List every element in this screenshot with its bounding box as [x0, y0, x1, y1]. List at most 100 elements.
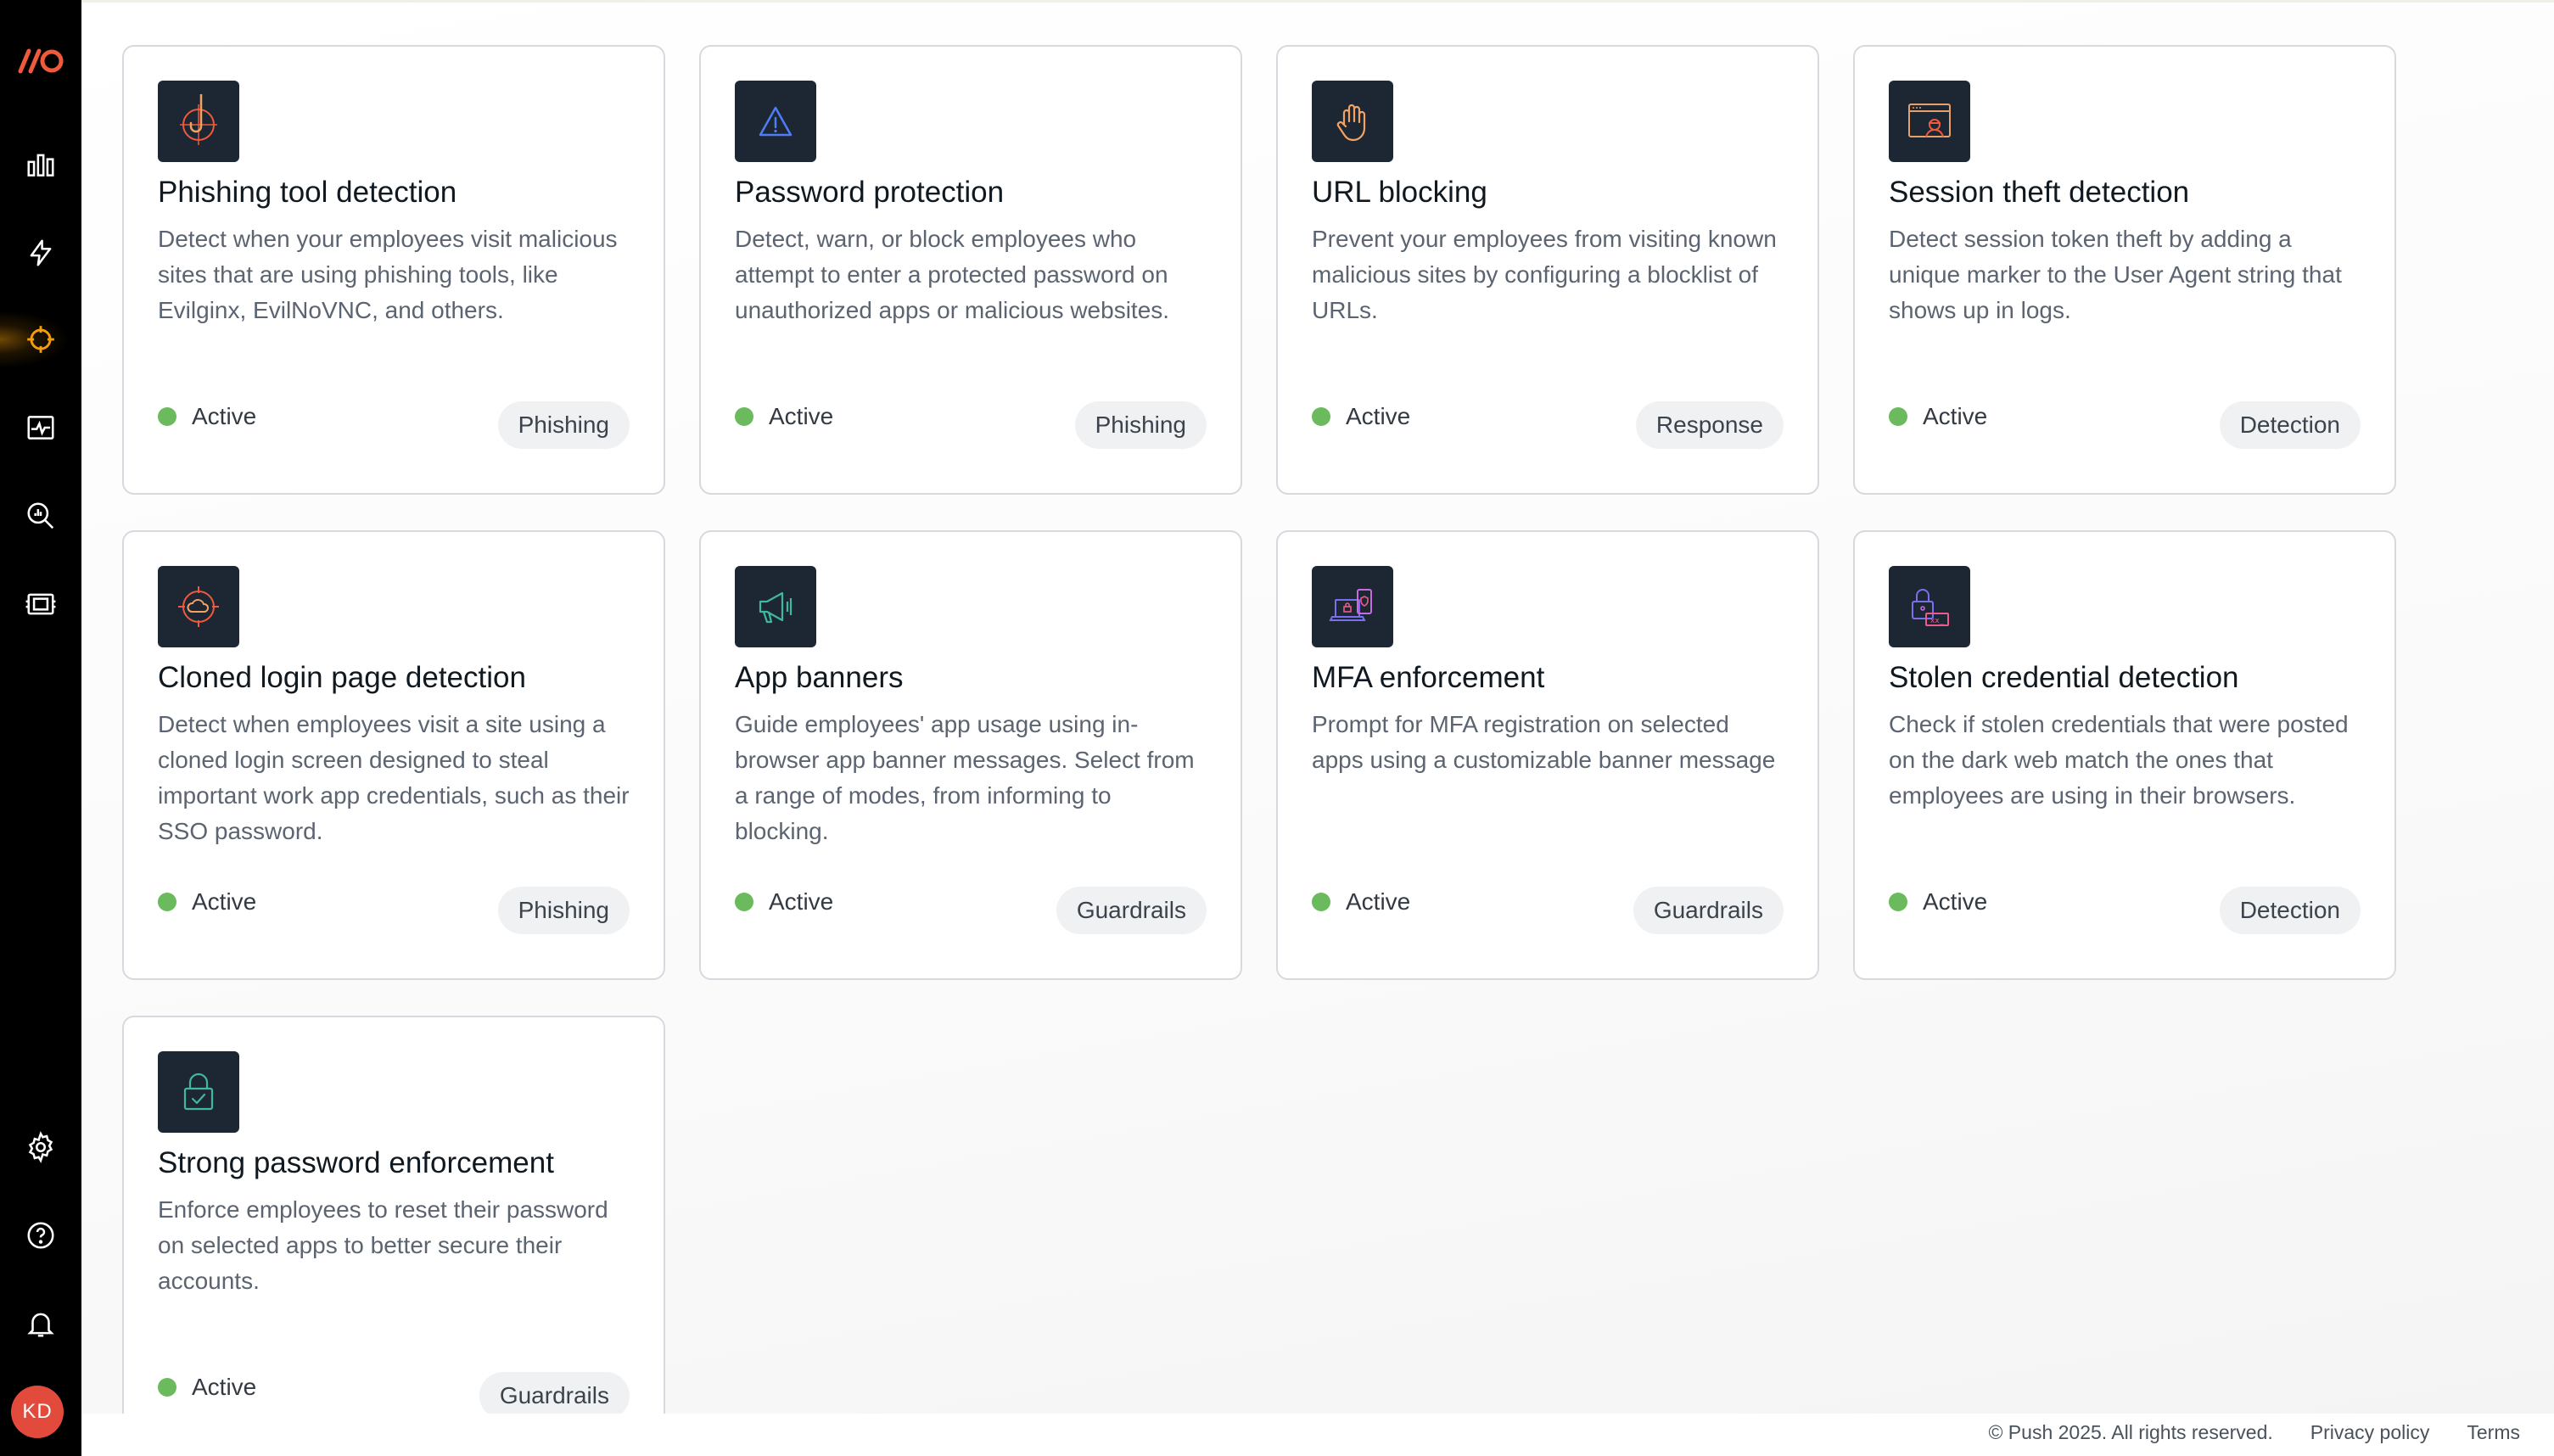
status-indicator: Active	[735, 403, 833, 430]
footer: © Push 2025. All rights reserved. Privac…	[1988, 1421, 2520, 1444]
category-tag: Phishing	[497, 401, 630, 449]
card-title: Password protection	[735, 176, 1005, 209]
lock-check-icon	[183, 1072, 214, 1111]
status-indicator: Active	[1889, 403, 1987, 430]
copyright-text: © Push 2025. All rights reserved.	[1988, 1421, 2273, 1443]
category-tag: Phishing	[497, 887, 630, 934]
category-tag: Guardrails	[479, 1372, 630, 1420]
main-content: Phishing tool detection Detect when your…	[81, 0, 2554, 1456]
status-label: Active	[769, 888, 834, 915]
status-dot	[158, 1378, 176, 1397]
warning-triangle-icon	[759, 106, 793, 137]
bell-icon	[27, 1313, 54, 1337]
laptop-phone-lock-icon	[1329, 589, 1372, 621]
crosshair-icon	[27, 326, 54, 353]
card-session-theft-detection[interactable]: Session theft detection Detect session t…	[1853, 45, 2396, 495]
status-label: Active	[192, 1374, 257, 1400]
card-icon-tile: xx_	[1889, 566, 1970, 647]
card-description: Prompt for MFA registration on selected …	[1312, 711, 1776, 773]
status-label: Active	[1346, 888, 1411, 915]
card-icon-tile	[158, 1051, 239, 1133]
card-description: Prevent your employees from visiting kno…	[1312, 226, 1777, 323]
nav-analytics[interactable]	[0, 131, 81, 199]
card-stolen-credential-detection[interactable]: xx_ Stolen credential detection Check if…	[1853, 530, 2396, 980]
card-cloned-login-page-detection[interactable]: Cloned login page detection Detect when …	[122, 530, 665, 980]
activity-monitor-icon	[27, 416, 54, 440]
status-indicator: Active	[158, 403, 256, 430]
status-label: Active	[192, 403, 257, 429]
nav-monitoring[interactable]	[0, 394, 81, 462]
nav-help[interactable]	[0, 1201, 81, 1269]
card-url-blocking[interactable]: URL blocking Prevent your employees from…	[1276, 45, 1819, 495]
status-label: Active	[769, 403, 834, 429]
card-description: Detect when employees visit a site using…	[158, 711, 630, 844]
card-title: Stolen credential detection	[1889, 661, 2239, 694]
stop-hand-icon	[1336, 104, 1366, 142]
card-title: Session theft detection	[1889, 176, 2190, 209]
status-dot	[735, 407, 753, 426]
status-dot	[158, 407, 176, 426]
footer-bar: © Push 2025. All rights reserved. Privac…	[81, 1414, 2554, 1456]
card-strong-password-enforcement[interactable]: Strong password enforcement Enforce empl…	[122, 1016, 665, 1456]
status-indicator: Active	[1312, 888, 1410, 916]
lock-password-icon: xx_	[1912, 589, 1949, 626]
card-icon-tile	[735, 81, 816, 162]
card-password-protection[interactable]: Password protection Detect, warn, or blo…	[699, 45, 1242, 495]
privacy-policy-link[interactable]: Privacy policy	[2310, 1421, 2430, 1444]
fishhook-target-icon	[180, 94, 217, 145]
status-indicator: Active	[735, 888, 833, 916]
browser-spy-icon	[1908, 104, 1951, 137]
megaphone-icon	[759, 591, 793, 624]
sidebar: KD	[0, 0, 81, 1456]
nav-investigate[interactable]	[0, 482, 81, 550]
terms-link[interactable]: Terms	[2467, 1421, 2520, 1444]
card-title: Cloned login page detection	[158, 661, 526, 694]
bar-chart-icon	[27, 154, 54, 176]
status-dot	[1312, 407, 1330, 426]
card-title: App banners	[735, 661, 904, 694]
card-title: URL blocking	[1312, 176, 1487, 209]
nav-controls[interactable]	[0, 305, 81, 373]
svg-text:xx_: xx_	[1930, 617, 1945, 625]
nav-events[interactable]	[0, 219, 81, 287]
category-tag: Phishing	[1074, 401, 1207, 449]
card-phishing-tool-detection[interactable]: Phishing tool detection Detect when your…	[122, 45, 665, 495]
card-icon-tile	[1312, 81, 1393, 162]
search-chart-icon	[27, 502, 54, 529]
nav-notifications[interactable]	[0, 1290, 81, 1358]
card-description: Enforce employees to reset their passwor…	[158, 1196, 608, 1294]
status-dot	[1889, 893, 1907, 911]
status-dot	[735, 893, 753, 911]
status-label: Active	[192, 888, 257, 915]
card-icon-tile	[1312, 566, 1393, 647]
card-icon-tile	[1889, 81, 1970, 162]
category-tag: Detection	[2219, 887, 2361, 934]
status-dot	[1889, 407, 1907, 426]
status-indicator: Active	[1312, 403, 1410, 430]
category-tag: Detection	[2219, 401, 2361, 449]
status-dot	[158, 893, 176, 911]
card-icon-tile	[735, 566, 816, 647]
category-tag: Guardrails	[1056, 887, 1207, 934]
lightning-icon	[30, 239, 52, 266]
status-indicator: Active	[158, 888, 256, 916]
avatar[interactable]: KD	[11, 1386, 64, 1438]
card-description: Detect, warn, or block employees who att…	[735, 226, 1170, 323]
card-description: Detect when your employees visit malicio…	[158, 226, 618, 323]
nav-apps[interactable]	[0, 570, 81, 638]
card-icon-tile	[158, 566, 239, 647]
category-tag: Guardrails	[1633, 887, 1784, 934]
status-label: Active	[1346, 403, 1411, 429]
app-list-icon	[25, 593, 56, 615]
card-description: Detect session token theft by adding a u…	[1889, 226, 2342, 323]
card-title: MFA enforcement	[1312, 661, 1545, 694]
push-logo-icon[interactable]	[15, 44, 66, 78]
cloud-target-icon	[178, 586, 219, 627]
card-app-banners[interactable]: App banners Guide employees' app usage u…	[699, 530, 1242, 980]
card-title: Strong password enforcement	[158, 1146, 554, 1179]
status-label: Active	[1923, 888, 1988, 915]
status-dot	[1312, 893, 1330, 911]
nav-settings[interactable]	[0, 1113, 81, 1181]
card-mfa-enforcement[interactable]: MFA enforcement Prompt for MFA registrat…	[1276, 530, 1819, 980]
status-indicator: Active	[1889, 888, 1987, 916]
